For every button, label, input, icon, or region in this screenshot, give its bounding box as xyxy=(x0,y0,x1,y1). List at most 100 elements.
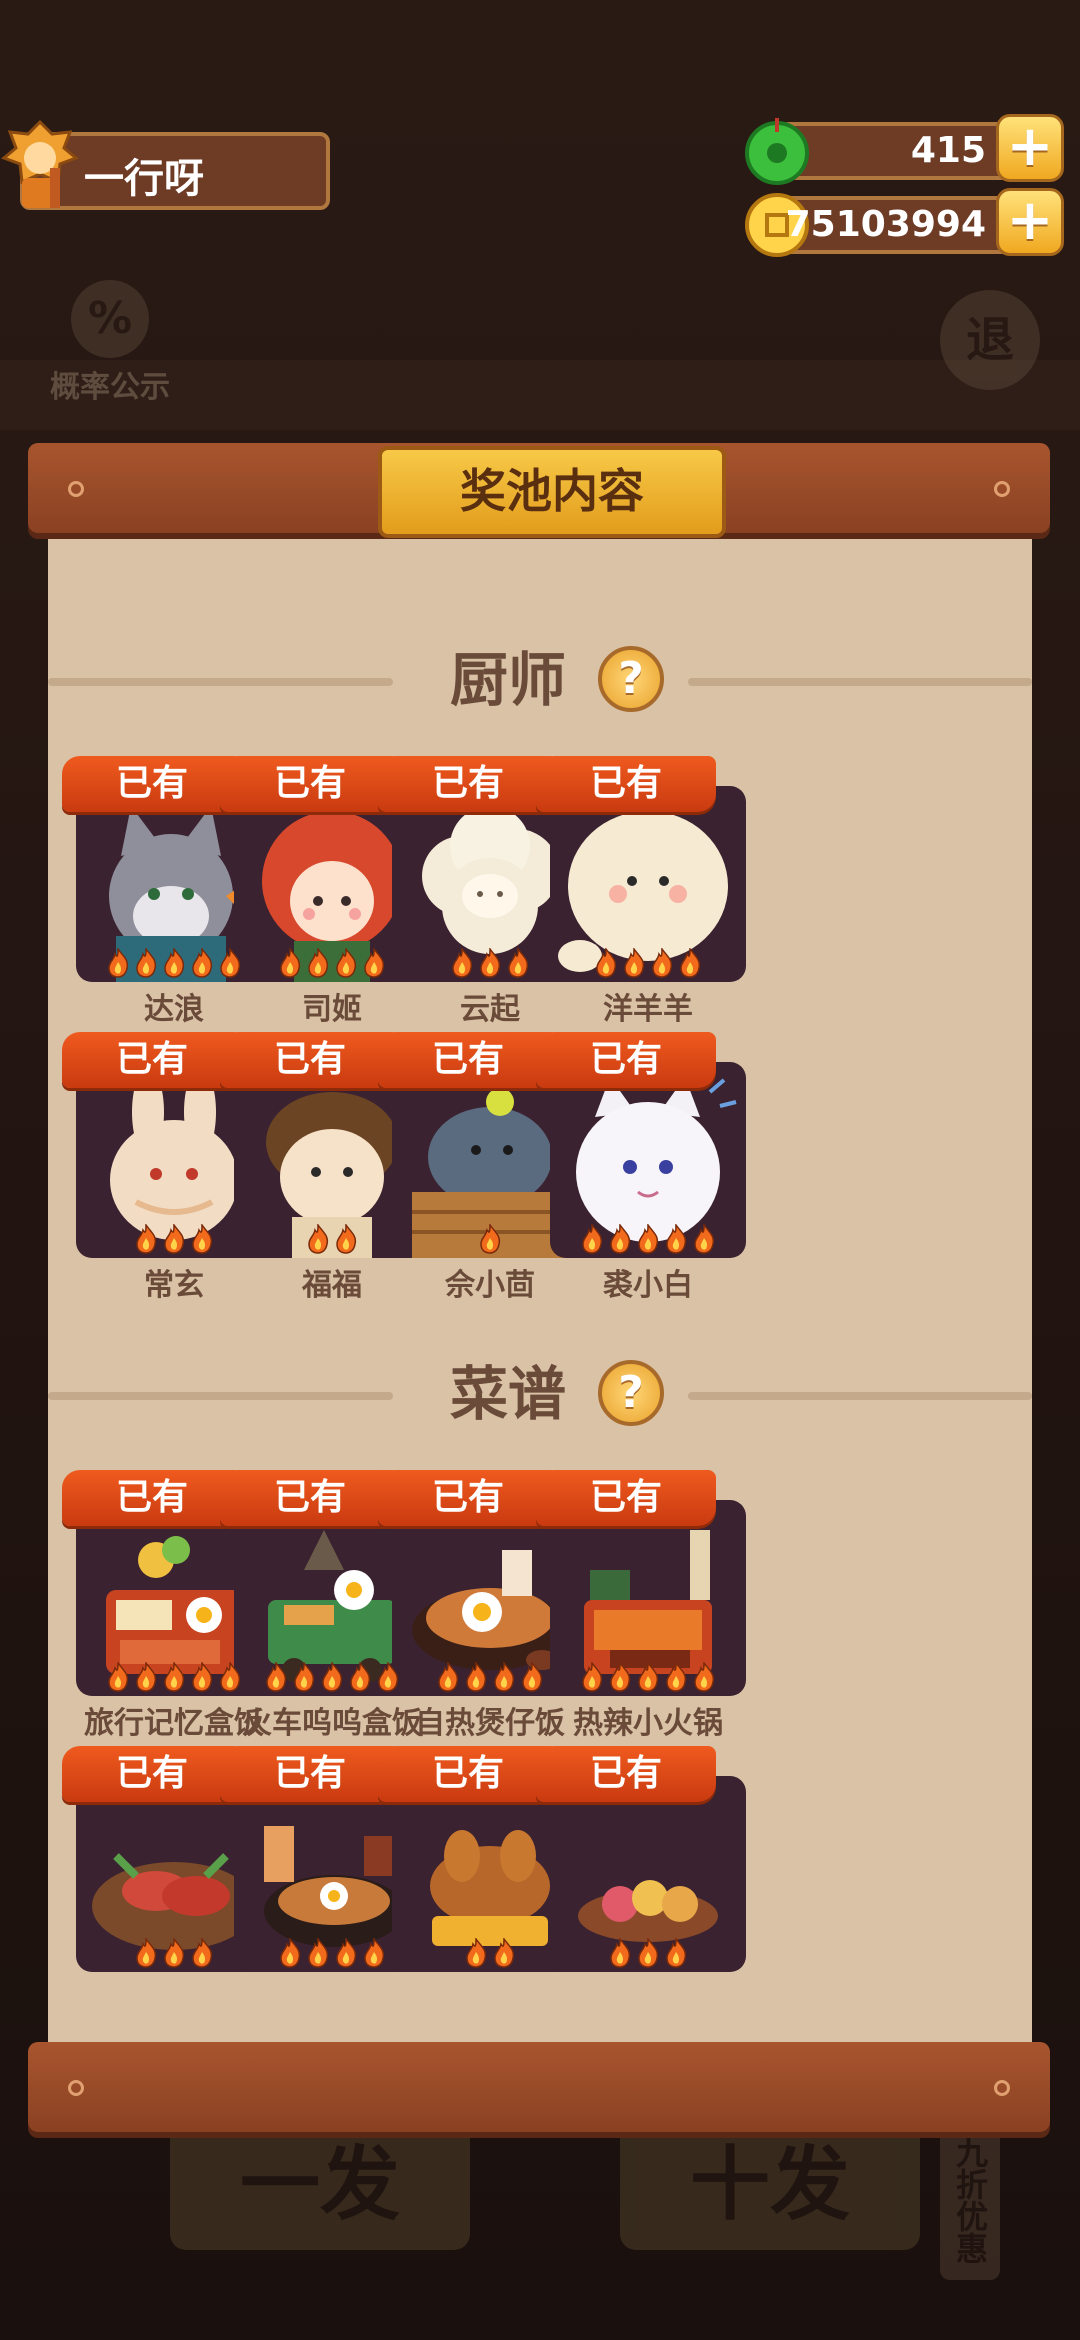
recipe-section-title: 菜谱 xyxy=(450,1360,567,1428)
chef-help-icon[interactable]: ? xyxy=(598,646,664,712)
flame-icon xyxy=(638,1224,659,1254)
nail-icon xyxy=(994,481,1010,497)
owned-badge: 已有 xyxy=(62,756,242,812)
player-avatar-icon[interactable] xyxy=(0,118,80,218)
nail-icon xyxy=(994,2080,1010,2096)
chef-card[interactable]: 已有裘小白 xyxy=(536,1032,746,1303)
flame-icon xyxy=(336,1938,357,1968)
flame-icon xyxy=(192,948,213,978)
owned-badge: 已有 xyxy=(378,1470,558,1526)
game-screen: % 概率公示 退 一发 十发 九折优惠 一行呀 415 + 75103994 + xyxy=(0,0,1080,2340)
coin-currency-bar: 75103994 + xyxy=(745,188,1064,257)
flame-icon xyxy=(522,1662,543,1692)
rarity-flames xyxy=(550,948,746,978)
single-draw-button[interactable]: 一发 xyxy=(170,2120,470,2250)
recipe-portrait-frame xyxy=(550,1500,746,1696)
flame-icon xyxy=(494,1662,515,1692)
flame-icon xyxy=(164,948,185,978)
owned-badge: 已有 xyxy=(220,1746,400,1802)
flame-icon xyxy=(164,1938,185,1968)
chef-name: 洋羊羊 xyxy=(603,992,693,1027)
flame-icon xyxy=(610,1224,631,1254)
recipe-section-header: 菜谱 ? xyxy=(48,1354,1032,1434)
divider xyxy=(688,678,1032,686)
flame-icon xyxy=(136,948,157,978)
recipe-help-icon[interactable]: ? xyxy=(598,1360,664,1426)
chef-section-title: 厨师 xyxy=(450,646,567,714)
flame-icon xyxy=(638,1662,659,1692)
flame-icon xyxy=(494,1938,515,1968)
flame-icon xyxy=(438,1662,459,1692)
owned-badge: 已有 xyxy=(378,1032,558,1088)
flame-icon xyxy=(280,1938,301,1968)
flame-icon xyxy=(610,1662,631,1692)
flame-icon xyxy=(164,1662,185,1692)
owned-badge: 已有 xyxy=(378,1746,558,1802)
add-coins-button[interactable]: + xyxy=(996,188,1064,256)
flame-icon xyxy=(308,1224,329,1254)
rarity-flames xyxy=(550,1224,746,1254)
recipe-card[interactable]: 已有 xyxy=(536,1746,746,2016)
chef-name: 裘小白 xyxy=(603,1268,693,1303)
jade-currency-bar: 415 + xyxy=(745,114,1064,185)
flame-icon xyxy=(508,948,529,978)
flame-icon xyxy=(666,1662,687,1692)
flame-icon xyxy=(308,948,329,978)
ten-draw-button[interactable]: 十发 xyxy=(620,2120,920,2250)
recipe-name: 热辣小火锅 xyxy=(573,1706,723,1741)
flame-icon xyxy=(480,948,501,978)
flame-icon xyxy=(192,1938,213,1968)
chef-card[interactable]: 已有 洋羊羊 xyxy=(536,756,746,1027)
exit-button[interactable]: 退 xyxy=(940,290,1040,390)
owned-badge: 已有 xyxy=(62,1746,242,1802)
flame-icon xyxy=(596,948,617,978)
flame-icon xyxy=(582,1662,603,1692)
owned-badge: 已有 xyxy=(62,1032,242,1088)
flame-icon xyxy=(480,1224,501,1254)
flame-icon xyxy=(322,1662,343,1692)
recipe-card[interactable]: 已有热辣小火锅 xyxy=(536,1470,746,1741)
owned-badge: 已有 xyxy=(536,1032,716,1088)
flame-icon xyxy=(666,1224,687,1254)
nail-icon xyxy=(68,481,84,497)
panel-title: 奖池内容 xyxy=(378,446,726,538)
flame-icon xyxy=(364,1938,385,1968)
owned-badge: 已有 xyxy=(220,756,400,812)
flame-icon xyxy=(192,1662,213,1692)
chef-portrait-frame xyxy=(550,786,746,982)
flame-icon xyxy=(336,1224,357,1254)
probability-button[interactable]: % 概率公示 xyxy=(40,280,180,405)
jade-amount: 415 xyxy=(910,130,986,171)
owned-badge: 已有 xyxy=(220,1470,400,1526)
rarity-flames xyxy=(550,1938,746,1968)
probability-label: 概率公示 xyxy=(50,370,170,405)
divider xyxy=(688,1392,1032,1400)
reward-pool-panel: 厨师 ? 已有 达浪 已有 司姬 已有 云起 已有 洋羊羊 已有 常玄 已有 福福 已有 佘小茴 已有 裘小白… xyxy=(48,530,1032,2045)
flame-icon xyxy=(364,948,385,978)
flame-icon xyxy=(610,1938,631,1968)
percent-icon: % xyxy=(71,280,149,358)
flame-icon xyxy=(652,948,673,978)
flame-icon xyxy=(108,948,129,978)
flame-icon xyxy=(294,1662,315,1692)
flame-icon xyxy=(466,1662,487,1692)
flame-icon xyxy=(694,1662,715,1692)
flame-icon xyxy=(582,1224,603,1254)
nail-icon xyxy=(68,2080,84,2096)
owned-badge: 已有 xyxy=(536,1470,716,1526)
chef-portrait-frame xyxy=(550,1062,746,1258)
add-jade-button[interactable]: + xyxy=(996,114,1064,182)
flame-icon xyxy=(192,1224,213,1254)
reward-pool-scroll[interactable]: 厨师 ? 已有 达浪 已有 司姬 已有 云起 已有 洋羊羊 已有 常玄 已有 福福 已有 佘小茴 已有 裘小白… xyxy=(48,530,1032,2045)
owned-badge: 已有 xyxy=(536,1746,716,1802)
owned-badge: 已有 xyxy=(378,756,558,812)
owned-badge: 已有 xyxy=(62,1470,242,1526)
owned-badge: 已有 xyxy=(220,1032,400,1088)
recipe-portrait-frame xyxy=(550,1776,746,1972)
flame-icon xyxy=(164,1224,185,1254)
divider xyxy=(48,1392,393,1400)
flame-icon xyxy=(638,1938,659,1968)
flame-icon xyxy=(108,1662,129,1692)
flame-icon xyxy=(336,948,357,978)
panel-bottom-board[interactable] xyxy=(28,2042,1050,2132)
